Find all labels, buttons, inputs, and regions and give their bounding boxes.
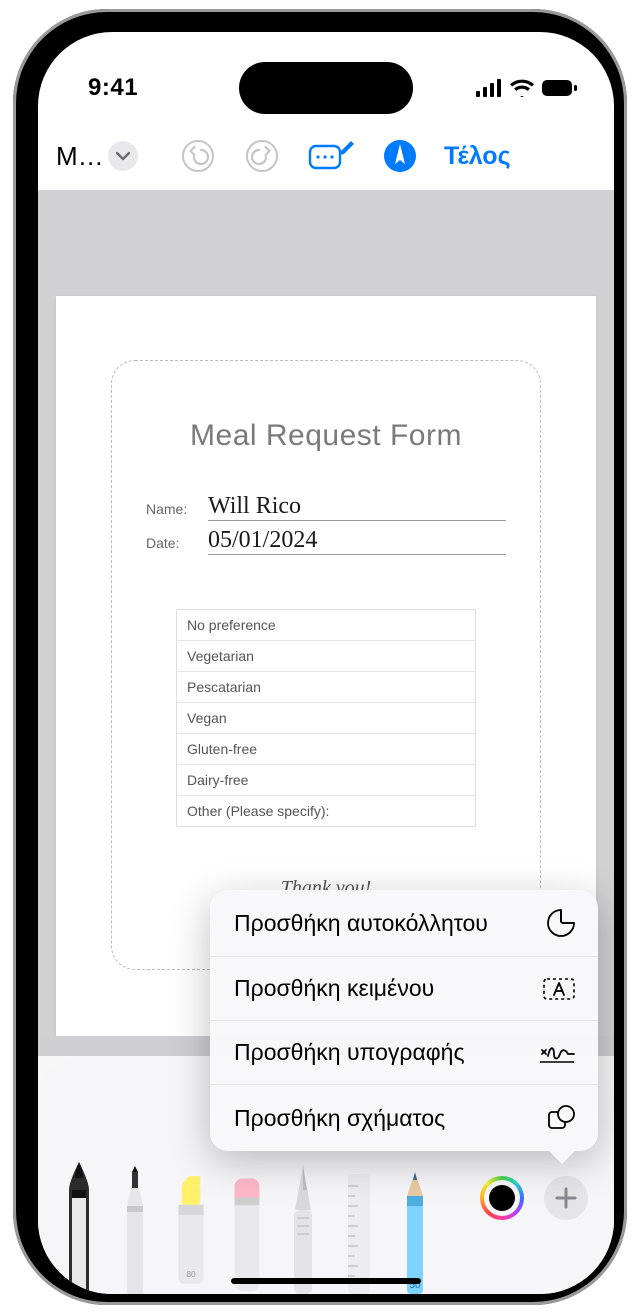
date-field-row: Date: 05/01/2024: [140, 527, 512, 555]
lasso-tool[interactable]: [282, 1164, 324, 1294]
option-row[interactable]: Other (Please specify):: [177, 796, 475, 826]
options-table: No preference Vegetarian Pescatarian Veg…: [176, 609, 476, 827]
date-value[interactable]: 05/01/2024: [208, 527, 506, 555]
add-menu-popup: Προσθήκη αυτοκόλλητου Προσθήκη κειμένου …: [210, 890, 598, 1151]
form-pencil-icon: [307, 140, 355, 172]
option-row[interactable]: Vegan: [177, 703, 475, 734]
phone-frame: 9:41: [13, 9, 627, 1305]
home-indicator[interactable]: [231, 1278, 421, 1284]
menuitem-label: Προσθήκη κειμένου: [234, 975, 434, 1002]
current-color-swatch: [489, 1185, 515, 1211]
option-row[interactable]: Pescatarian: [177, 672, 475, 703]
undo-icon: [181, 139, 215, 173]
pen-tool[interactable]: [58, 1146, 100, 1294]
dynamic-island: [239, 62, 413, 114]
option-row[interactable]: Dairy-free: [177, 765, 475, 796]
redo-icon: [245, 139, 279, 173]
eraser-tool[interactable]: [226, 1164, 268, 1294]
markup-icon: [382, 138, 418, 174]
cellular-icon: [476, 79, 502, 97]
textbox-icon: [542, 976, 576, 1002]
autofill-button[interactable]: [296, 134, 366, 178]
color-picker-button[interactable]: [480, 1176, 524, 1220]
name-field-row: Name: Will Rico: [140, 493, 512, 521]
add-signature-menuitem[interactable]: Προσθήκη υπογραφής: [210, 1021, 598, 1085]
form-outline: Meal Request Form Name: Will Rico Date: …: [111, 360, 541, 970]
redo-button[interactable]: [232, 134, 292, 178]
signature-icon: [538, 1040, 576, 1066]
screen: 9:41: [38, 32, 614, 1294]
marker-tool[interactable]: [114, 1164, 156, 1294]
svg-text:80: 80: [186, 1269, 196, 1279]
form-title: Meal Request Form: [140, 419, 512, 453]
nav-toolbar: M…: [38, 122, 614, 190]
option-row[interactable]: Gluten-free: [177, 734, 475, 765]
option-row[interactable]: No preference: [177, 610, 475, 641]
title-menu-button[interactable]: [108, 141, 138, 171]
menuitem-label: Προσθήκη υπογραφής: [234, 1039, 465, 1066]
add-button[interactable]: [544, 1176, 588, 1220]
shapes-icon: [546, 1103, 576, 1133]
add-text-menuitem[interactable]: Προσθήκη κειμένου: [210, 957, 598, 1021]
sticker-icon: [546, 908, 576, 938]
highlighter-tool[interactable]: 80: [170, 1164, 212, 1294]
menuitem-label: Προσθήκη αυτοκόλλητου: [234, 910, 488, 937]
wifi-icon: [510, 79, 534, 97]
name-label: Name:: [146, 501, 198, 521]
markup-button[interactable]: [370, 134, 430, 178]
battery-icon: [542, 79, 578, 97]
date-label: Date:: [146, 535, 198, 555]
add-shape-menuitem[interactable]: Προσθήκη σχήματος: [210, 1085, 598, 1151]
chevron-down-icon: [116, 151, 130, 161]
popup-arrow: [548, 1150, 576, 1164]
plus-icon: [555, 1187, 577, 1209]
ruler-tool[interactable]: [338, 1164, 380, 1294]
undo-button[interactable]: [168, 134, 228, 178]
option-row[interactable]: Vegetarian: [177, 641, 475, 672]
done-button[interactable]: Τέλος: [434, 142, 517, 171]
add-sticker-menuitem[interactable]: Προσθήκη αυτοκόλλητου: [210, 890, 598, 957]
status-time: 9:41: [88, 74, 138, 102]
name-value[interactable]: Will Rico: [208, 493, 506, 521]
menuitem-label: Προσθήκη σχήματος: [234, 1105, 445, 1132]
document-title[interactable]: M…: [56, 141, 102, 172]
pencil-tool[interactable]: 50: [394, 1164, 436, 1294]
